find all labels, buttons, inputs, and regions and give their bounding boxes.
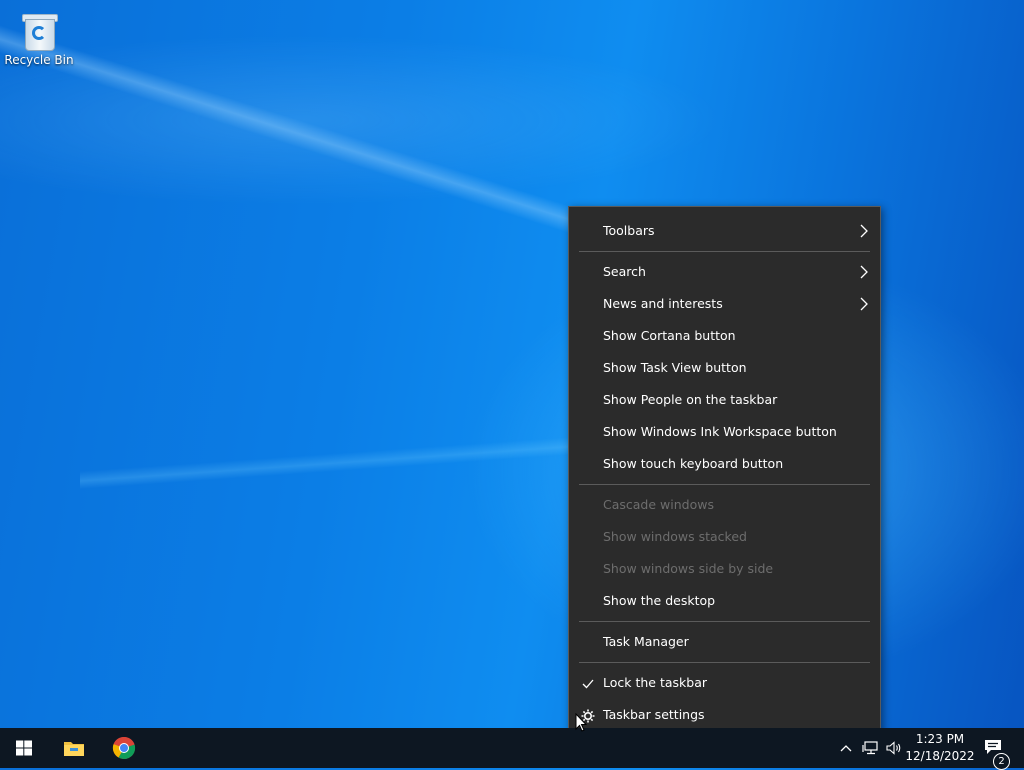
network-icon	[862, 741, 878, 755]
desktop-icon-label: Recycle Bin	[4, 53, 74, 67]
windows-logo-icon	[16, 740, 32, 756]
menu-item-toolbars[interactable]: Toolbars	[569, 215, 880, 247]
menu-item-news-and-interests[interactable]: News and interests	[569, 288, 880, 320]
chrome-icon	[112, 736, 136, 760]
taskbar[interactable]: 1:23 PM 12/18/2022 2	[0, 728, 1024, 770]
taskbar-context-menu: Toolbars Search News and interests Show …	[568, 206, 881, 740]
menu-item-taskbar-settings[interactable]: Taskbar settings	[569, 699, 880, 731]
menu-item-show-windows-side-by-side: Show windows side by side	[569, 553, 880, 585]
folder-icon	[64, 742, 84, 756]
menu-item-label: Show the desktop	[603, 593, 716, 608]
menu-item-label: Search	[603, 264, 646, 279]
speaker-icon	[886, 741, 901, 755]
menu-item-show-windows-stacked: Show windows stacked	[569, 521, 880, 553]
clock-date: 12/18/2022	[905, 749, 975, 763]
menu-item-label: Lock the taskbar	[603, 675, 708, 690]
menu-item-search[interactable]: Search	[569, 256, 880, 288]
menu-item-label: Show windows side by side	[603, 561, 774, 576]
network-button[interactable]	[859, 728, 881, 768]
menu-item-show-cortana-button[interactable]: Show Cortana button	[569, 320, 880, 352]
clock[interactable]: 1:23 PM 12/18/2022	[902, 728, 978, 768]
menu-item-label: Toolbars	[603, 223, 655, 238]
menu-item-show-task-view-button[interactable]: Show Task View button	[569, 352, 880, 384]
menu-item-label: Cascade windows	[603, 497, 714, 512]
menu-item-label: News and interests	[603, 296, 723, 311]
menu-item-label: Show People on the taskbar	[603, 392, 778, 407]
menu-separator	[579, 484, 870, 485]
menu-item-cascade-windows: Cascade windows	[569, 489, 880, 521]
menu-separator	[579, 251, 870, 252]
menu-item-show-the-desktop[interactable]: Show the desktop	[569, 585, 880, 617]
chevron-right-icon	[860, 288, 868, 320]
chevron-up-icon	[840, 745, 852, 752]
action-center-button[interactable]: 2	[980, 728, 1010, 770]
start-button[interactable]	[0, 728, 48, 768]
recycle-bin-icon	[20, 10, 58, 51]
menu-item-label: Show Windows Ink Workspace button	[603, 424, 837, 439]
chevron-right-icon	[860, 256, 868, 288]
notification-count-badge: 2	[993, 753, 1010, 770]
chevron-right-icon	[860, 215, 868, 247]
show-hidden-icons-button[interactable]	[836, 728, 856, 768]
menu-separator	[579, 621, 870, 622]
mouse-cursor-icon	[575, 713, 587, 732]
menu-item-label: Task Manager	[603, 634, 689, 649]
checkmark-icon	[580, 667, 596, 699]
menu-item-show-people[interactable]: Show People on the taskbar	[569, 384, 880, 416]
menu-item-show-touch-keyboard[interactable]: Show touch keyboard button	[569, 448, 880, 480]
menu-item-label: Show Cortana button	[603, 328, 736, 343]
menu-item-show-windows-ink[interactable]: Show Windows Ink Workspace button	[569, 416, 880, 448]
menu-item-label: Show Task View button	[603, 360, 747, 375]
clock-time: 1:23 PM	[915, 732, 965, 746]
menu-separator	[579, 662, 870, 663]
menu-item-task-manager[interactable]: Task Manager	[569, 626, 880, 658]
desktop-icon-recycle-bin[interactable]: Recycle Bin	[4, 6, 74, 76]
chrome-button[interactable]	[100, 728, 148, 768]
menu-item-label: Taskbar settings	[603, 707, 705, 722]
menu-item-lock-the-taskbar[interactable]: Lock the taskbar	[569, 667, 880, 699]
file-explorer-button[interactable]	[50, 728, 98, 768]
menu-item-label: Show touch keyboard button	[603, 456, 784, 471]
menu-item-label: Show windows stacked	[603, 529, 747, 544]
